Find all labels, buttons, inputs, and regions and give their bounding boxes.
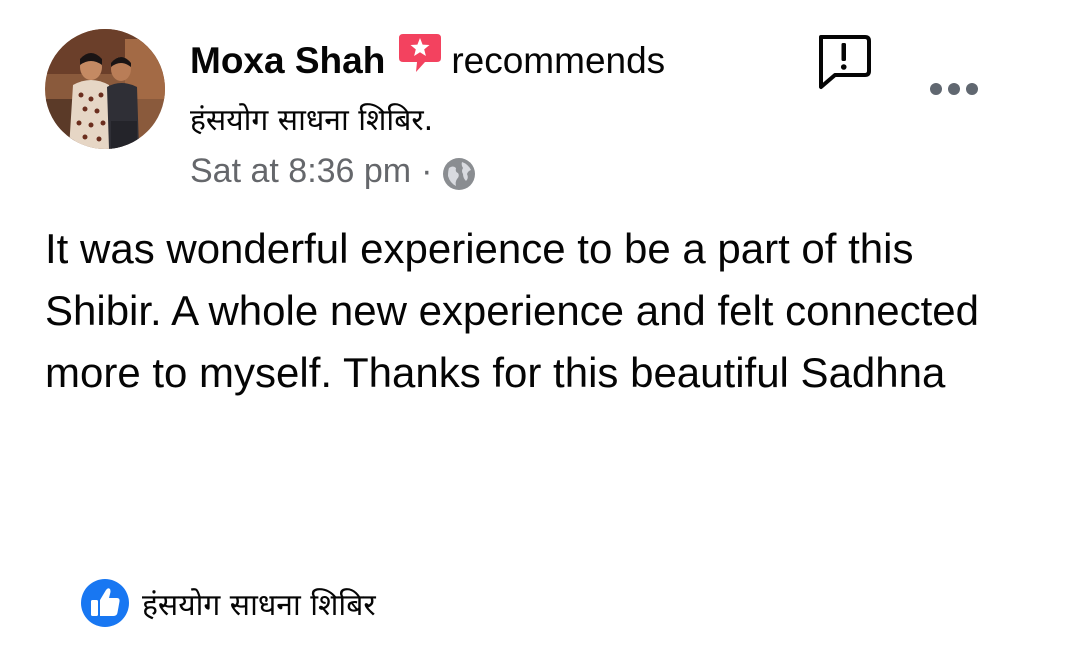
post-header: Moxa Shah recommends	[190, 34, 666, 82]
footer-page-name: हंसयोग साधना शिबिर	[142, 587, 376, 623]
liked-page-link[interactable]: हंसयोग साधना शिबिर	[80, 578, 376, 628]
report-icon	[819, 35, 871, 89]
meta-separator: ·	[421, 152, 433, 190]
more-options-icon	[930, 83, 978, 95]
post-timestamp[interactable]: Sat at 8:36 pm	[190, 152, 411, 191]
avatar[interactable]	[45, 29, 165, 149]
author-name[interactable]: Moxa Shah	[190, 40, 385, 82]
globe-icon[interactable]	[442, 157, 476, 191]
post-meta: Sat at 8:36 pm ·	[190, 152, 476, 191]
like-icon	[80, 578, 130, 628]
recommends-label: recommends	[451, 40, 666, 81]
recommend-star-icon	[397, 32, 443, 76]
recommendation-post: Moxa Shah recommends हंसयोग साधना शिबिर.…	[0, 0, 1080, 650]
more-options-button[interactable]	[928, 78, 980, 100]
post-body: It was wonderful experience to be a part…	[45, 225, 979, 396]
report-button[interactable]	[813, 33, 873, 91]
recommended-page-name[interactable]: हंसयोग साधना शिबिर.	[190, 98, 433, 139]
avatar-photo	[45, 29, 165, 149]
